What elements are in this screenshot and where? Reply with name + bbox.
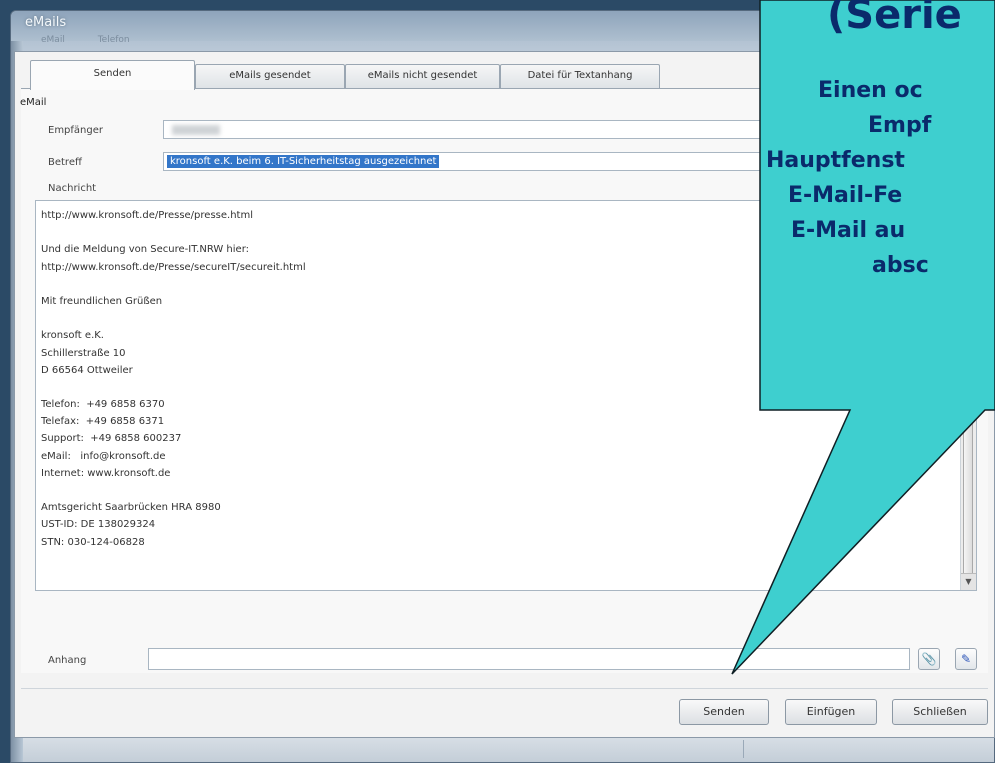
message-line: http://www.kronsoft.de/Presse/secureIT/s… — [41, 261, 306, 273]
menu-item-telefon[interactable]: Telefon — [98, 35, 130, 45]
message-line — [41, 379, 306, 396]
tab-datei-textanhang-label: Datei für Textanhang — [527, 70, 633, 81]
title-bar[interactable]: eMails eMail Telefon — [11, 11, 994, 45]
tab-datei-textanhang[interactable]: Datei für Textanhang — [500, 64, 660, 88]
email-group-label: eMail — [20, 97, 47, 108]
scroll-down-arrow-icon[interactable]: ▼ — [961, 573, 976, 590]
scrollbar-thumb[interactable] — [963, 366, 973, 576]
attachment-label: Anhang — [48, 655, 87, 666]
subject-value: kronsoft e.K. beim 6. IT-Sicherheitstag … — [167, 155, 440, 168]
message-line — [41, 310, 306, 327]
recipient-label: Empfänger — [48, 125, 104, 136]
message-textarea[interactable]: http://www.kronsoft.de/Presse/presse.htm… — [35, 200, 977, 591]
close-button[interactable]: Schließen — [892, 699, 988, 725]
window-title: eMails — [25, 15, 67, 30]
email-dialog-panel: Senden eMails gesendet eMails nicht gese… — [14, 51, 995, 738]
menu-item-email[interactable]: eMail — [41, 35, 65, 45]
tab-emails-nicht-gesendet-label: eMails nicht gesendet — [367, 70, 478, 81]
message-line: kronsoft e.K. — [41, 330, 104, 342]
tab-senden-label: Senden — [93, 68, 132, 79]
message-line — [41, 224, 306, 241]
message-line: Support: +49 6858 600237 — [41, 433, 182, 445]
message-scrollbar[interactable]: ▼ — [960, 201, 976, 590]
message-line: Und die Meldung von Secure-IT.NRW hier: — [41, 244, 250, 256]
message-line: Mit freundlichen Grüßen — [41, 295, 163, 307]
message-line: Telefax: +49 6858 6371 — [41, 416, 165, 428]
message-text: http://www.kronsoft.de/Presse/presse.htm… — [41, 207, 306, 551]
message-line: STN: 030-124-06828 — [41, 536, 145, 548]
subject-label: Betreff — [48, 157, 82, 168]
recipient-value-redacted — [172, 125, 220, 135]
status-bar — [23, 735, 994, 762]
message-line: Internet: www.kronsoft.de — [41, 467, 171, 479]
subject-field[interactable]: kronsoft e.K. beim 6. IT-Sicherheitstag … — [163, 152, 983, 171]
message-line: eMail: info@kronsoft.de — [41, 450, 166, 462]
message-line: Telefon: +49 6858 6370 — [41, 399, 165, 411]
message-label: Nachricht — [48, 183, 97, 194]
tab-emails-gesendet-label: eMails gesendet — [229, 70, 311, 81]
tab-senden[interactable]: Senden — [30, 60, 195, 90]
message-line: UST-ID: DE 138029324 — [41, 519, 156, 531]
message-line — [41, 276, 306, 293]
tab-emails-gesendet[interactable]: eMails gesendet — [195, 64, 345, 88]
insert-button[interactable]: Einfügen — [785, 699, 877, 725]
message-line: D 66564 Ottweiler — [41, 364, 133, 376]
message-line — [41, 482, 306, 499]
message-line: Schillerstraße 10 — [41, 347, 126, 359]
paperclip-icon: 📎 — [921, 652, 937, 666]
pencil-icon: ✎ — [960, 652, 972, 666]
button-divider — [21, 688, 988, 689]
recipient-field[interactable] — [163, 120, 983, 139]
menu-bar-ghost: eMail Telefon — [41, 35, 160, 45]
message-line: Amtsgericht Saarbrücken HRA 8980 — [41, 502, 221, 514]
attach-file-button[interactable]: 📎 — [918, 648, 940, 670]
edit-attachment-button[interactable]: ✎ — [955, 648, 977, 670]
send-button[interactable]: Senden — [679, 699, 769, 725]
tab-emails-nicht-gesendet[interactable]: eMails nicht gesendet — [345, 64, 500, 88]
message-line: http://www.kronsoft.de/Presse/presse.htm… — [41, 210, 253, 221]
attachment-field[interactable] — [148, 648, 910, 670]
